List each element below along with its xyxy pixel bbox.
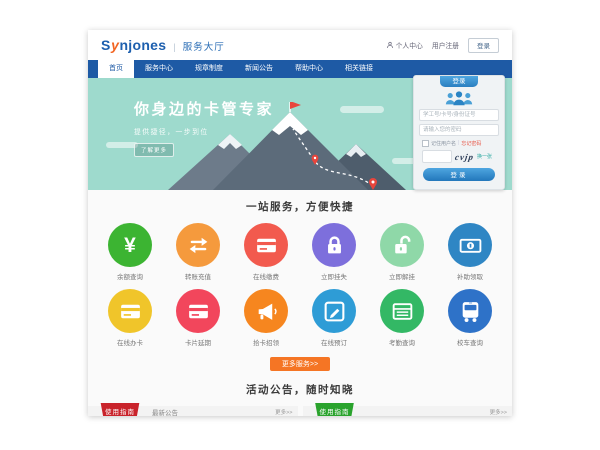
logo-lightning-icon: y <box>111 37 119 53</box>
service-item-4[interactable]: 立即解挂 <box>368 223 436 281</box>
announcements-section: 活动公告，随时知晓 使用指南最新公告更多>>使用指南更多>> <box>88 382 512 416</box>
panel-ribbon-tab[interactable]: 使用指南 <box>97 403 143 416</box>
announcement-panels: 使用指南最新公告更多>>使用指南更多>> <box>88 406 512 416</box>
service-item-3[interactable]: 立即挂失 <box>300 223 368 281</box>
announcement-panel-1: 使用指南 更多>> <box>303 406 513 416</box>
hero-cta-button[interactable]: 了解更多 <box>134 143 174 157</box>
service-item-7[interactable]: 卡片延期 <box>164 289 232 347</box>
panel-ribbon-tab[interactable]: 使用指南 <box>312 403 358 416</box>
panel-tabbar: 使用指南最新公告 更多>> <box>88 406 298 416</box>
login-submit-button[interactable]: 登录 <box>423 168 495 181</box>
remember-row: 记住用户名 | 忘记密码 <box>422 140 496 147</box>
service-label: 补助领取 <box>436 271 504 281</box>
service-item-2[interactable]: 在线缴费 <box>232 223 300 281</box>
remember-checkbox[interactable] <box>422 140 429 147</box>
content-area: 一站服务，方便快捷 ¥ 余额查询转账充值在线缴费立即挂失立即解挂补助领取在线办卡卡… <box>88 190 512 416</box>
logo-divider: | <box>173 42 175 52</box>
nav-item-4[interactable]: 帮助中心 <box>284 60 334 78</box>
service-label: 卡片延期 <box>164 337 232 347</box>
panel-tabbar: 使用指南 更多>> <box>303 406 513 416</box>
service-item-1[interactable]: 转账充值 <box>164 223 232 281</box>
service-label: 立即解挂 <box>368 271 436 281</box>
announcements-section-title: 活动公告，随时知晓 <box>88 382 512 397</box>
forgot-password-link[interactable]: 忘记密码 <box>461 140 481 147</box>
personal-center-link[interactable]: 个人中心 <box>386 40 423 50</box>
megaphone-icon <box>244 289 288 333</box>
service-label: 转账充值 <box>164 271 232 281</box>
password-input[interactable] <box>419 124 499 136</box>
service-label: 校车查询 <box>436 337 504 347</box>
banknote-icon <box>448 223 492 267</box>
portal-page: Synjones | 服务大厅 个人中心 用户注册 登录 首页服务中心规章制度新… <box>88 30 512 416</box>
service-item-8[interactable]: 拾卡招领 <box>232 289 300 347</box>
transfer-icon <box>176 223 220 267</box>
captcha-refresh-link[interactable]: 换一张 <box>477 153 492 160</box>
captcha-input[interactable] <box>422 150 452 163</box>
login-tab[interactable]: 登录 <box>440 76 478 87</box>
service-label: 在线缴费 <box>232 271 300 281</box>
service-item-6[interactable]: 在线办卡 <box>96 289 164 347</box>
hero-text-block: 你身边的卡管专家 提供捷径，一步到位 了解更多 <box>134 98 274 157</box>
yen-icon: ¥ <box>108 223 152 267</box>
nav-item-2[interactable]: 规章制度 <box>184 60 234 78</box>
service-item-11[interactable]: 校车查询 <box>436 289 504 347</box>
panel-more-link[interactable]: 更多>> <box>490 406 507 416</box>
announcement-panel-0: 使用指南最新公告 更多>> <box>88 406 298 416</box>
nav-item-1[interactable]: 服务中心 <box>134 60 184 78</box>
card-icon <box>176 289 220 333</box>
synjones-logo[interactable]: Synjones | 服务大厅 <box>101 37 225 53</box>
card-icon <box>108 289 152 333</box>
user-register-link[interactable]: 用户注册 <box>432 40 459 50</box>
hero-subtitle: 提供捷径，一步到位 <box>134 126 274 136</box>
remember-label: 记住用户名 <box>431 140 456 147</box>
login-panel: 登录 记住用户名 | 忘记密码 <box>413 75 505 190</box>
service-item-5[interactable]: 补助领取 <box>436 223 504 281</box>
nav-item-3[interactable]: 新闻公告 <box>234 60 284 78</box>
captcha-image[interactable]: cvjp <box>454 152 474 162</box>
service-label: 在线办卡 <box>96 337 164 347</box>
service-label: 余额查询 <box>96 271 164 281</box>
service-label: 考勤查询 <box>368 337 436 347</box>
nav-item-0[interactable]: 首页 <box>98 60 134 78</box>
hero-title: 你身边的卡管专家 <box>134 98 274 119</box>
users-icon <box>414 90 504 106</box>
site-title: 服务大厅 <box>183 39 225 53</box>
service-label: 在线预订 <box>300 337 368 347</box>
bus-icon <box>448 289 492 333</box>
lock-icon <box>312 223 356 267</box>
logo-text: S <box>101 37 111 53</box>
unlock-icon <box>380 223 424 267</box>
service-item-10[interactable]: 考勤查询 <box>368 289 436 347</box>
user-icon <box>386 41 394 49</box>
services-grid: ¥ 余额查询转账充值在线缴费立即挂失立即解挂补助领取在线办卡卡片延期拾卡招领在线预… <box>96 223 504 355</box>
service-label: 拾卡招领 <box>232 337 300 347</box>
service-item-0[interactable]: ¥ 余额查询 <box>96 223 164 281</box>
username-input[interactable] <box>419 109 499 121</box>
card-icon <box>244 223 288 267</box>
panel-secondary-tab[interactable]: 最新公告 <box>152 406 178 416</box>
hero-banner: 你身边的卡管专家 提供捷径，一步到位 了解更多 登录 <box>88 78 512 190</box>
panel-more-link[interactable]: 更多>> <box>275 406 292 416</box>
header-user-area: 个人中心 用户注册 登录 <box>386 38 499 53</box>
service-item-9[interactable]: 在线预订 <box>300 289 368 347</box>
header: Synjones | 服务大厅 个人中心 用户注册 登录 <box>88 30 512 60</box>
services-section-title: 一站服务，方便快捷 <box>88 199 512 214</box>
edit-icon <box>312 289 356 333</box>
header-login-button[interactable]: 登录 <box>468 38 499 53</box>
nav-item-5[interactable]: 相关链接 <box>334 60 384 78</box>
more-services-button[interactable]: 更多服务>> <box>270 357 330 371</box>
attendance-icon <box>380 289 424 333</box>
captcha-row: cvjp 换一张 <box>422 150 496 163</box>
service-label: 立即挂失 <box>300 271 368 281</box>
